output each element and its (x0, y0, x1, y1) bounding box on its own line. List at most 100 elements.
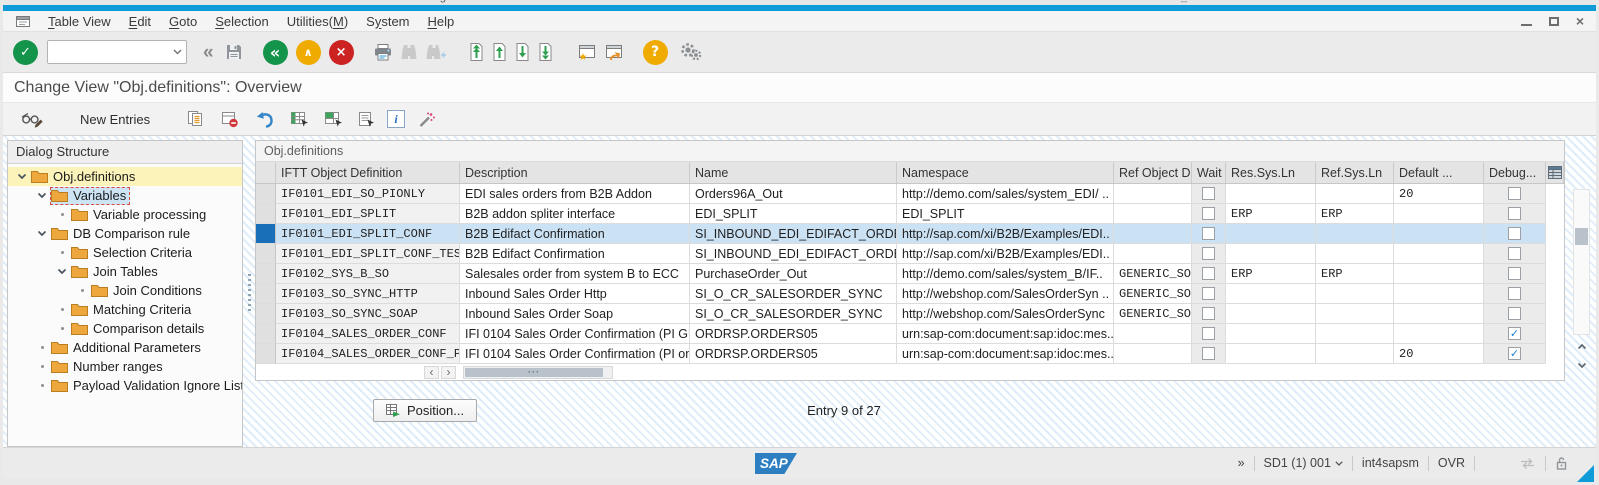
expand-chevron-icon[interactable] (54, 268, 70, 275)
cell-debug[interactable]: ✓ (1484, 184, 1546, 204)
cell-namespace[interactable]: EDI_SPLIT (897, 204, 1114, 224)
grid-config-icon[interactable] (1546, 162, 1564, 183)
cell-description[interactable]: Salesales order from system B to ECC (460, 264, 690, 284)
scroll-up-icon[interactable] (1573, 338, 1590, 354)
cell-ref-object-def[interactable] (1114, 204, 1192, 224)
cell-debug[interactable]: ✓ (1484, 344, 1546, 364)
deselect-all-icon[interactable] (358, 111, 375, 128)
cell-id[interactable]: IF0101_EDI_SPLIT (276, 204, 460, 224)
cell-namespace[interactable]: urn:sap-com:document:sap:idoc:mes.. (897, 344, 1114, 364)
horizontal-scrollbar[interactable]: ‹ › ··· (256, 364, 1564, 380)
column-header-wait[interactable]: Wait (1192, 162, 1226, 183)
wait-checkbox[interactable]: ✓ (1202, 187, 1215, 200)
cell-wait[interactable]: ✓ (1192, 224, 1226, 244)
cell-ref-object-def[interactable]: GENERIC_SO (1114, 284, 1192, 304)
last-page-icon[interactable] (537, 42, 554, 62)
column-header-description[interactable]: Description (460, 162, 690, 183)
cell-description[interactable]: B2B Edifact Confirmation (460, 244, 690, 264)
cell-id[interactable]: IF0101_EDI_SPLIT_CONF (276, 224, 460, 244)
column-header-default[interactable]: Default ... (1394, 162, 1484, 183)
enter-icon[interactable]: ✓ (13, 40, 38, 65)
row-selector[interactable] (256, 224, 276, 244)
wait-checkbox[interactable]: ✓ (1202, 307, 1215, 320)
cell-debug[interactable]: ✓ (1484, 264, 1546, 284)
menu-table-view[interactable]: Table View (39, 14, 120, 29)
cell-res-sys-ln[interactable]: ERP (1226, 264, 1316, 284)
tree-item-comparison-details[interactable]: Comparison details (8, 319, 242, 338)
cell-debug[interactable]: ✓ (1484, 244, 1546, 264)
cell-description[interactable]: IFI 0104 Sales Order Confirmation (PI on… (460, 344, 690, 364)
expand-chevron-icon[interactable] (34, 192, 50, 199)
splitter-grip-icon[interactable] (248, 274, 251, 314)
debug-checkbox[interactable]: ✓ (1508, 267, 1521, 280)
collapse-command-field-icon[interactable]: « (203, 43, 214, 62)
cell-namespace[interactable]: urn:sap-com:document:sap:idoc:mes.. (897, 324, 1114, 344)
display-change-icon[interactable] (20, 110, 44, 129)
next-page-icon[interactable] (514, 42, 531, 62)
debug-checkbox[interactable]: ✓ (1508, 187, 1521, 200)
resize-grip-icon[interactable] (1577, 465, 1594, 482)
tree-item-obj-definitions[interactable]: Obj.definitions (8, 167, 242, 186)
wait-checkbox[interactable]: ✓ (1202, 347, 1215, 360)
debug-checkbox[interactable]: ✓ (1508, 347, 1521, 360)
menu-help[interactable]: Help (419, 14, 464, 29)
cancel-icon[interactable]: × (329, 40, 354, 65)
cell-ref-object-def[interactable] (1114, 184, 1192, 204)
cell-res-sys-ln[interactable] (1226, 244, 1316, 264)
cell-id[interactable]: IF0101_EDI_SPLIT_CONF_TEST (276, 244, 460, 264)
tree-item-selection-criteria[interactable]: Selection Criteria (8, 243, 242, 262)
menu-edit[interactable]: Edit (120, 14, 160, 29)
back-icon[interactable]: « (263, 40, 288, 65)
cell-namespace[interactable]: http://demo.com/sales/system_B/IF.. (897, 264, 1114, 284)
panel-splitter[interactable] (243, 140, 255, 447)
cell-ref-sys-ln[interactable] (1316, 284, 1394, 304)
cell-ref-object-def[interactable]: GENERIC_SO (1114, 304, 1192, 324)
cell-ref-sys-ln[interactable]: ERP (1316, 264, 1394, 284)
cell-id[interactable]: IF0104_SALES_ORDER_CONF_P.. (276, 344, 460, 364)
cell-description[interactable]: EDI sales orders from B2B Addon (460, 184, 690, 204)
cell-name[interactable]: ORDRSP.ORDERS05 (690, 344, 897, 364)
cell-ref-sys-ln[interactable] (1316, 344, 1394, 364)
cell-id[interactable]: IF0101_EDI_SO_PIONLY (276, 184, 460, 204)
row-selector[interactable] (256, 244, 276, 264)
cell-ref-object-def[interactable] (1114, 344, 1192, 364)
cell-id[interactable]: IF0104_SALES_ORDER_CONF (276, 324, 460, 344)
debug-checkbox[interactable]: ✓ (1508, 307, 1521, 320)
cell-id[interactable]: IF0103_SO_SYNC_HTTP (276, 284, 460, 304)
save-icon[interactable] (224, 42, 244, 62)
cell-id[interactable]: IF0102_SYS_B_SO (276, 264, 460, 284)
tree-item-join-conditions[interactable]: Join Conditions (8, 281, 242, 300)
debug-checkbox[interactable]: ✓ (1508, 247, 1521, 260)
new-entries-button[interactable]: New Entries (70, 109, 160, 130)
hscroll-track[interactable]: ··· (463, 366, 613, 379)
row-selector-header[interactable] (256, 162, 276, 183)
cell-default[interactable] (1394, 304, 1484, 324)
cell-description[interactable]: IFI 0104 Sales Order Confirmation (PI GU… (460, 324, 690, 344)
cell-res-sys-ln[interactable] (1226, 184, 1316, 204)
menu-goto[interactable]: Goto (160, 14, 206, 29)
exit-icon[interactable]: ∧ (296, 40, 321, 65)
vscroll-thumb[interactable] (1575, 228, 1588, 245)
cell-ref-sys-ln[interactable] (1316, 184, 1394, 204)
find-next-icon[interactable] (425, 43, 446, 61)
copy-as-icon[interactable] (186, 110, 205, 128)
cell-res-sys-ln[interactable] (1226, 344, 1316, 364)
cell-namespace[interactable]: http://sap.com/xi/B2B/Examples/EDI.. (897, 244, 1114, 264)
tree-item-db-comparison-rule[interactable]: DB Comparison rule (8, 224, 242, 243)
cell-default[interactable] (1394, 264, 1484, 284)
debug-checkbox[interactable]: ✓ (1508, 227, 1521, 240)
insert-mode-field[interactable]: OVR (1438, 456, 1465, 470)
position-button[interactable]: Position... (373, 399, 477, 422)
create-shortcut-icon[interactable] (603, 43, 624, 62)
column-header-ref-object-def[interactable]: Ref Object Def.... (1114, 162, 1192, 183)
cell-ref-object-def[interactable] (1114, 224, 1192, 244)
command-field[interactable] (48, 41, 168, 63)
cell-res-sys-ln[interactable] (1226, 224, 1316, 244)
cell-namespace[interactable]: http://demo.com/sales/system_EDI/ .. (897, 184, 1114, 204)
cell-wait[interactable]: ✓ (1192, 244, 1226, 264)
tree-item-number-ranges[interactable]: Number ranges (8, 357, 242, 376)
expand-chevron-icon[interactable] (14, 173, 30, 180)
menu-utilities-m[interactable]: Utilities(M) (278, 14, 357, 29)
tree-item-matching-criteria[interactable]: Matching Criteria (8, 300, 242, 319)
tree-item-additional-parameters[interactable]: Additional Parameters (8, 338, 242, 357)
